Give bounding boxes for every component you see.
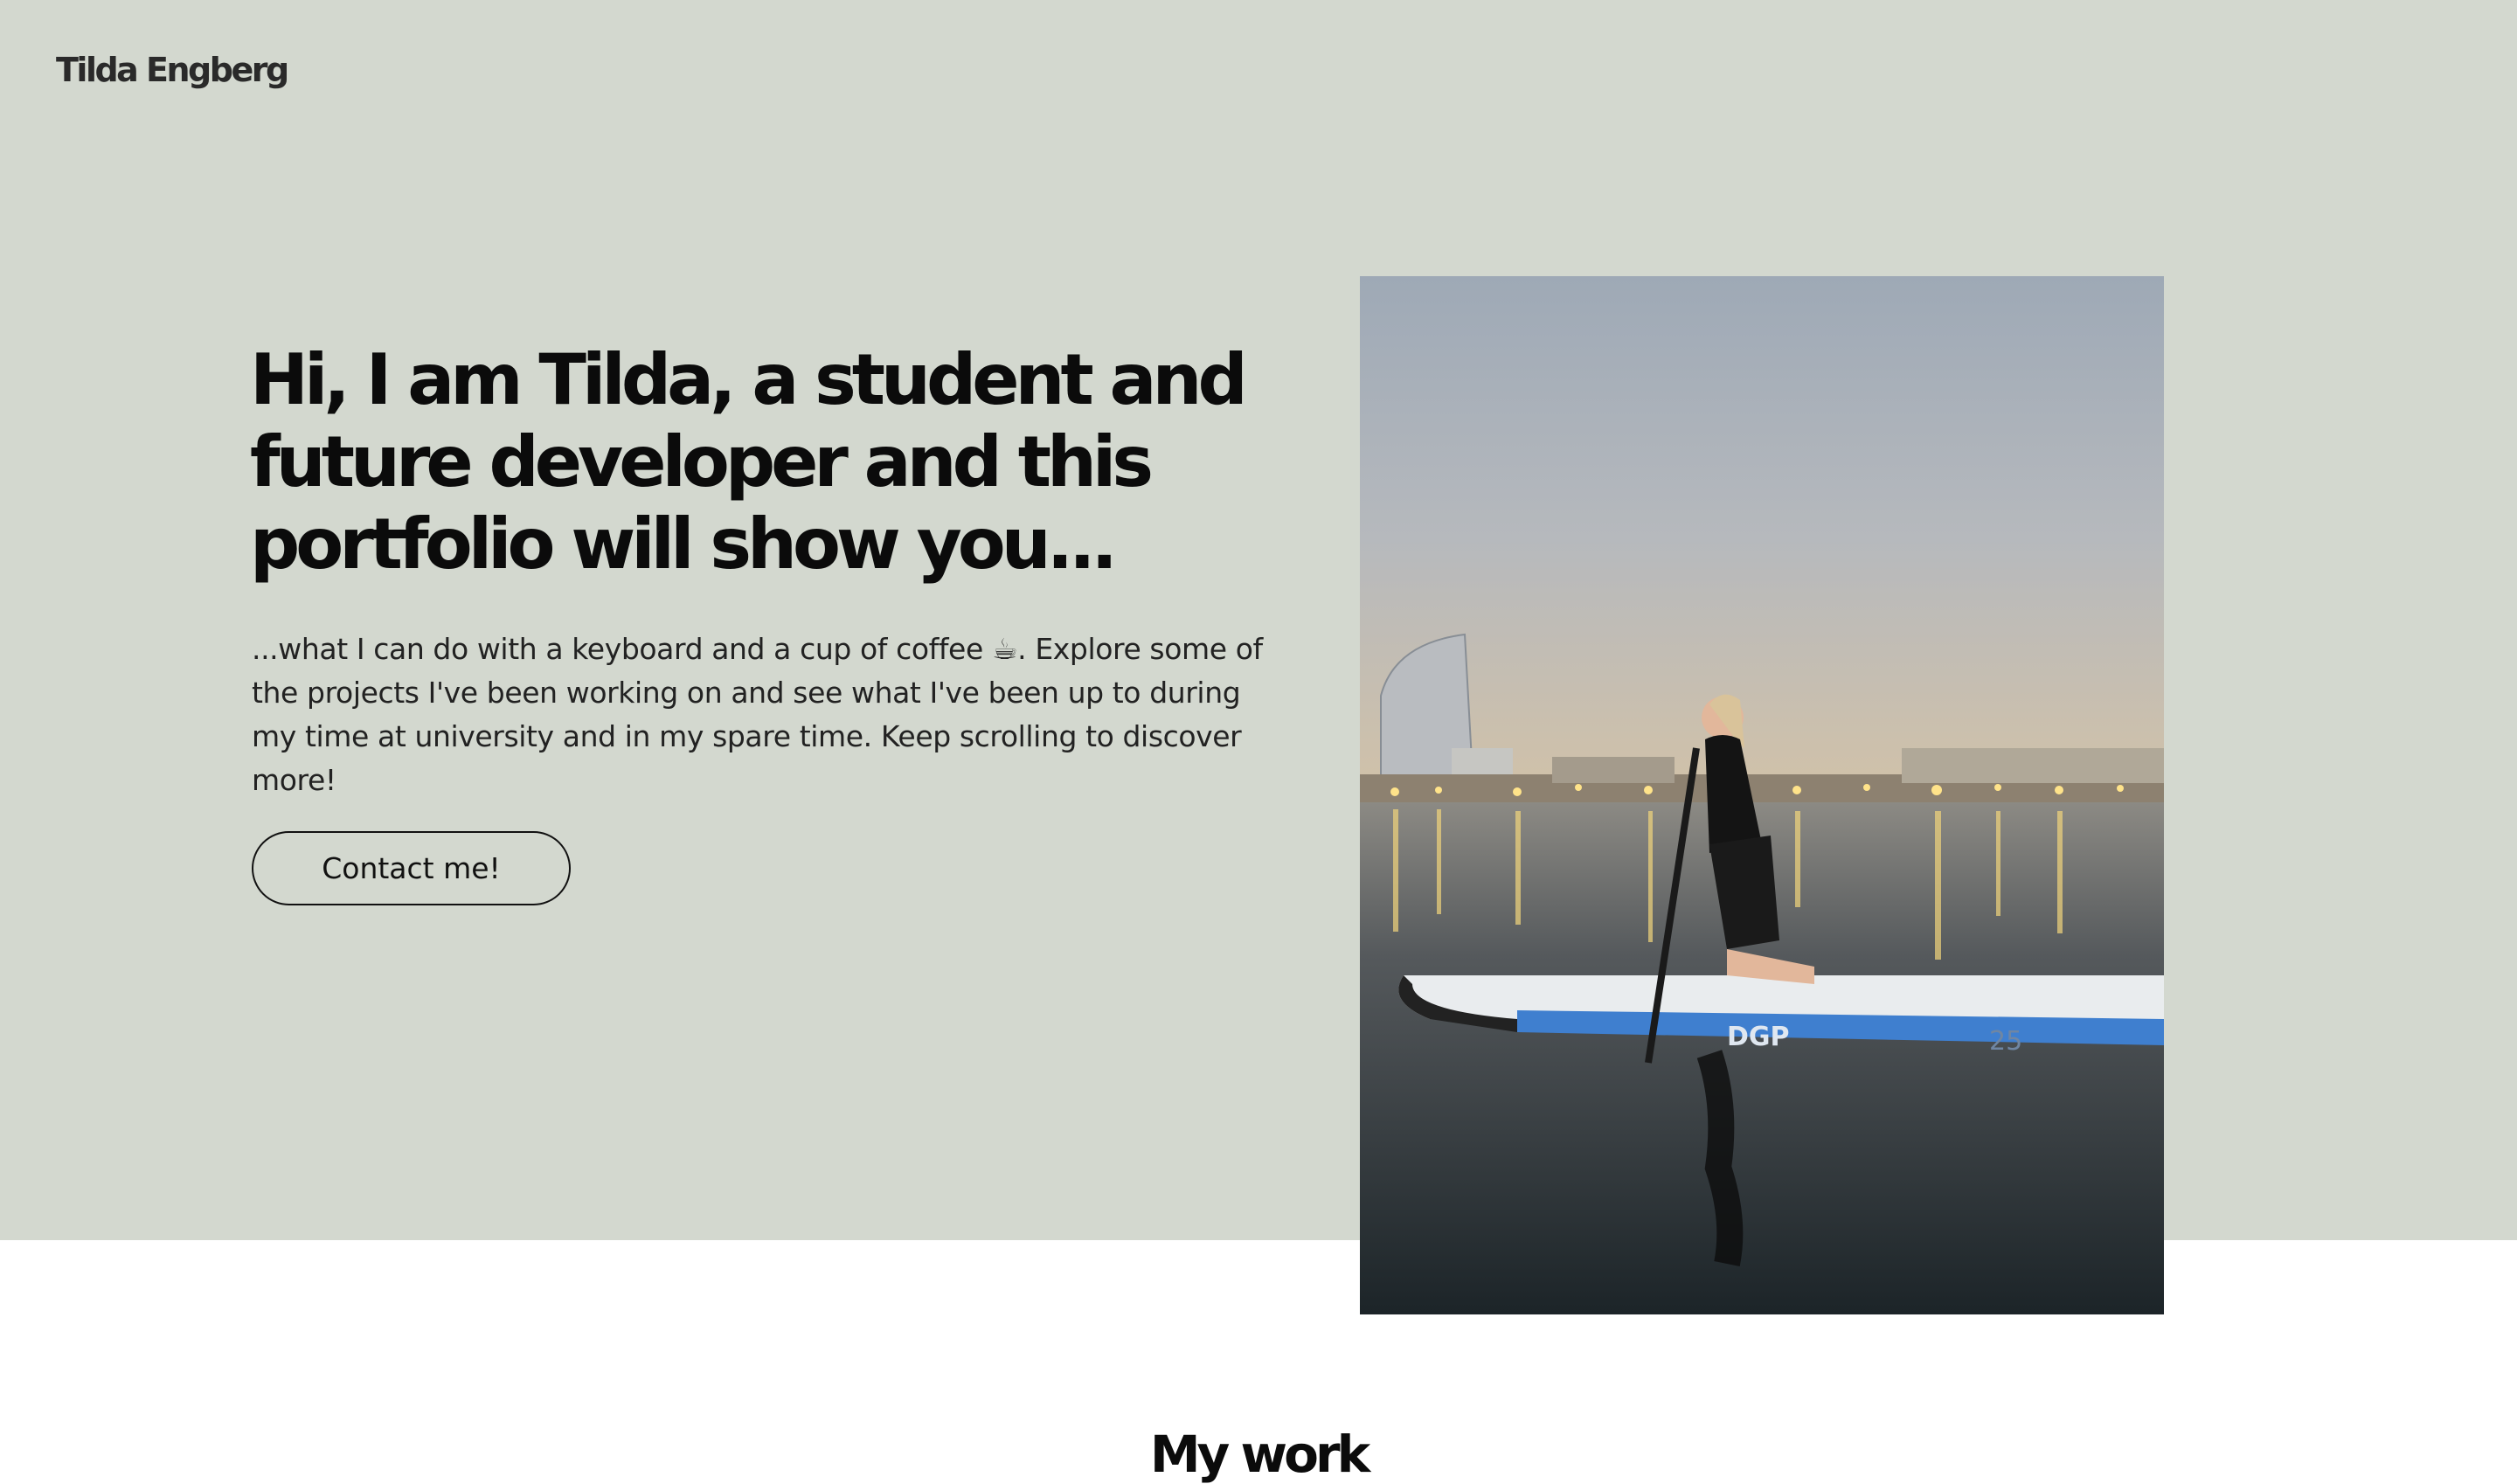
paddleboard-photo-illustration: DGP 25: [1360, 276, 2164, 1314]
board-number-label: 25: [1989, 1026, 2022, 1057]
hero-intro-text: ...what I can do with a keyboard and a c…: [252, 632, 1263, 797]
hero-headline: Hi, I am Tilda, a student and future dev…: [250, 339, 1248, 585]
my-work-heading: My work: [1149, 1425, 1370, 1484]
board-brand-label: DGP: [1727, 1022, 1790, 1052]
hero-photo: DGP 25: [1360, 276, 2164, 1314]
contact-button[interactable]: Contact me!: [252, 831, 571, 905]
site-logo[interactable]: Tilda Engberg: [56, 51, 289, 89]
